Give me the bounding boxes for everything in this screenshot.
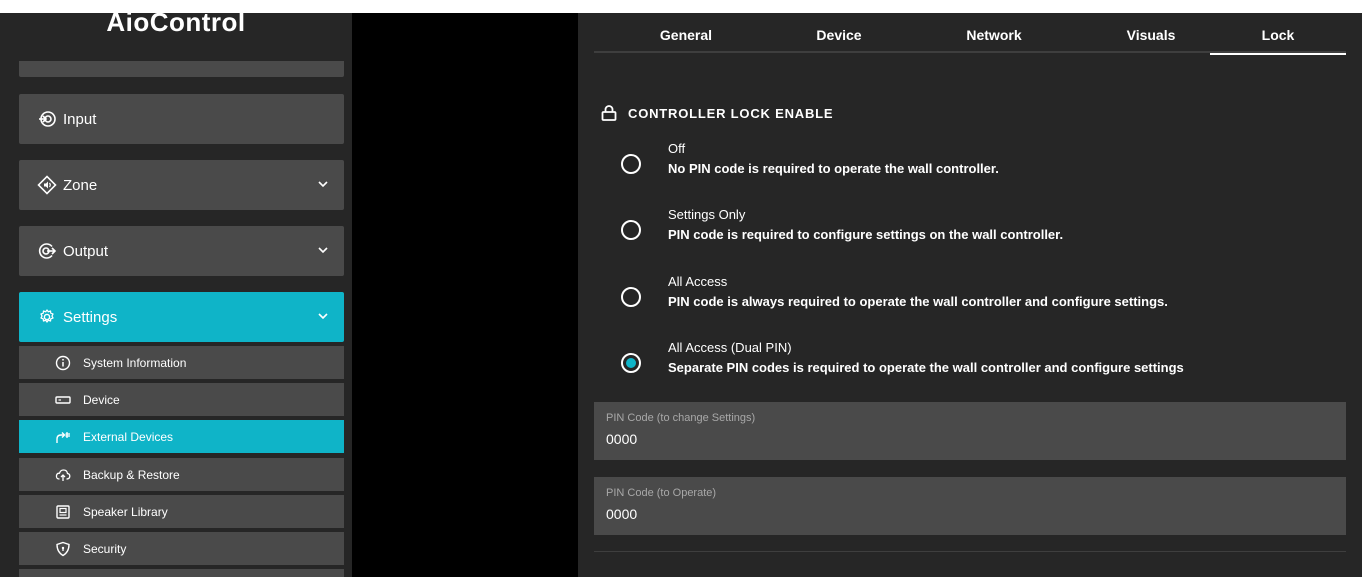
radio-button[interactable] [621, 154, 641, 174]
pin-settings-field[interactable]: PIN Code (to change Settings) 0000 [594, 402, 1346, 460]
tab-network[interactable]: Network [919, 13, 1069, 53]
field-value[interactable]: 0000 [606, 506, 637, 522]
radio-button-selected[interactable] [621, 353, 641, 373]
sidebar-subitem-label: System Information [83, 355, 187, 370]
option-title: Settings Only [668, 207, 746, 222]
device-icon [55, 392, 71, 408]
black-gutter [352, 13, 578, 577]
sidebar-subitem-label: Backup & Restore [83, 467, 180, 482]
option-description: PIN code is always required to operate t… [668, 294, 1168, 309]
speaker-library-icon [55, 504, 71, 520]
sidebar-item-settings[interactable]: Settings [19, 292, 344, 342]
gear-icon [37, 307, 57, 327]
sidebar: AioControl Input Zone Output Settings Sy… [0, 13, 352, 577]
sidebar-subitem-system-information[interactable]: System Information [19, 346, 344, 379]
cloud-upload-icon [55, 467, 71, 483]
sidebar-subitem-speaker-library[interactable]: Speaker Library [19, 495, 344, 528]
option-description: Separate PIN codes is required to operat… [668, 360, 1184, 375]
field-value[interactable]: 0000 [606, 431, 637, 447]
tab-device[interactable]: Device [764, 13, 914, 53]
sidebar-subitem-external-devices[interactable]: External Devices [19, 420, 344, 453]
output-icon [37, 241, 57, 261]
divider [594, 551, 1346, 552]
lock-option-settings-only[interactable]: Settings Only PIN code is required to co… [621, 207, 1341, 251]
option-title: All Access [668, 274, 728, 289]
tab-general[interactable]: General [611, 13, 761, 53]
lock-icon [600, 104, 618, 122]
sidebar-item-label: Settings [63, 308, 118, 326]
main-panel: General Device Network Visuals Lock CONT… [578, 13, 1362, 577]
radio-button[interactable] [621, 220, 641, 240]
lock-option-all-access[interactable]: All Access PIN code is always required t… [621, 274, 1341, 318]
zone-icon [37, 175, 57, 195]
app-logo: AioControl [106, 13, 246, 37]
sidebar-top-strip [19, 61, 344, 77]
lock-option-all-access-dual-pin[interactable]: All Access (Dual PIN) Separate PIN codes… [621, 340, 1341, 384]
shield-icon [55, 541, 71, 557]
tab-visuals[interactable]: Visuals [1076, 13, 1226, 53]
sidebar-subitem-device[interactable]: Device [19, 383, 344, 416]
sidebar-item-zone[interactable]: Zone [19, 160, 344, 210]
sidebar-subitem-backup-restore[interactable]: Backup & Restore [19, 458, 344, 491]
option-description: PIN code is required to configure settin… [668, 227, 1064, 242]
sidebar-subitem-security[interactable]: Security [19, 532, 344, 565]
external-devices-icon [55, 429, 71, 445]
pin-operate-field[interactable]: PIN Code (to Operate) 0000 [594, 477, 1346, 535]
sidebar-item-input[interactable]: Input [19, 94, 344, 144]
chevron-down-icon [316, 243, 330, 257]
chevron-down-icon [316, 177, 330, 191]
radio-button[interactable] [621, 287, 641, 307]
sidebar-item-label: Output [63, 242, 109, 260]
section-title: CONTROLLER LOCK ENABLE [628, 105, 834, 121]
input-icon [37, 109, 57, 129]
option-title: All Access (Dual PIN) [668, 340, 792, 355]
sidebar-item-output[interactable]: Output [19, 226, 344, 276]
sidebar-item-label: Input [63, 110, 97, 128]
sidebar-subitem-label: Security [83, 541, 127, 556]
chevron-down-icon [316, 309, 330, 323]
sidebar-subitem-label: External Devices [83, 429, 174, 444]
field-label: PIN Code (to change Settings) [606, 412, 756, 424]
option-title: Off [668, 141, 686, 156]
sidebar-subitem-label: Speaker Library [83, 504, 168, 519]
section-header: CONTROLLER LOCK ENABLE [600, 104, 833, 122]
tab-bar: General Device Network Visuals Lock [594, 13, 1346, 55]
sidebar-subitem-partial [19, 569, 344, 577]
lock-option-off[interactable]: Off No PIN code is required to operate t… [621, 141, 1341, 185]
tab-lock[interactable]: Lock [1210, 13, 1346, 55]
sidebar-subitem-label: Device [83, 392, 120, 407]
field-label: PIN Code (to Operate) [606, 487, 717, 499]
app-frame: AioControl Input Zone Output Settings Sy… [0, 13, 1362, 577]
info-icon [55, 355, 71, 371]
option-description: No PIN code is required to operate the w… [668, 161, 999, 176]
sidebar-item-label: Zone [63, 176, 98, 194]
